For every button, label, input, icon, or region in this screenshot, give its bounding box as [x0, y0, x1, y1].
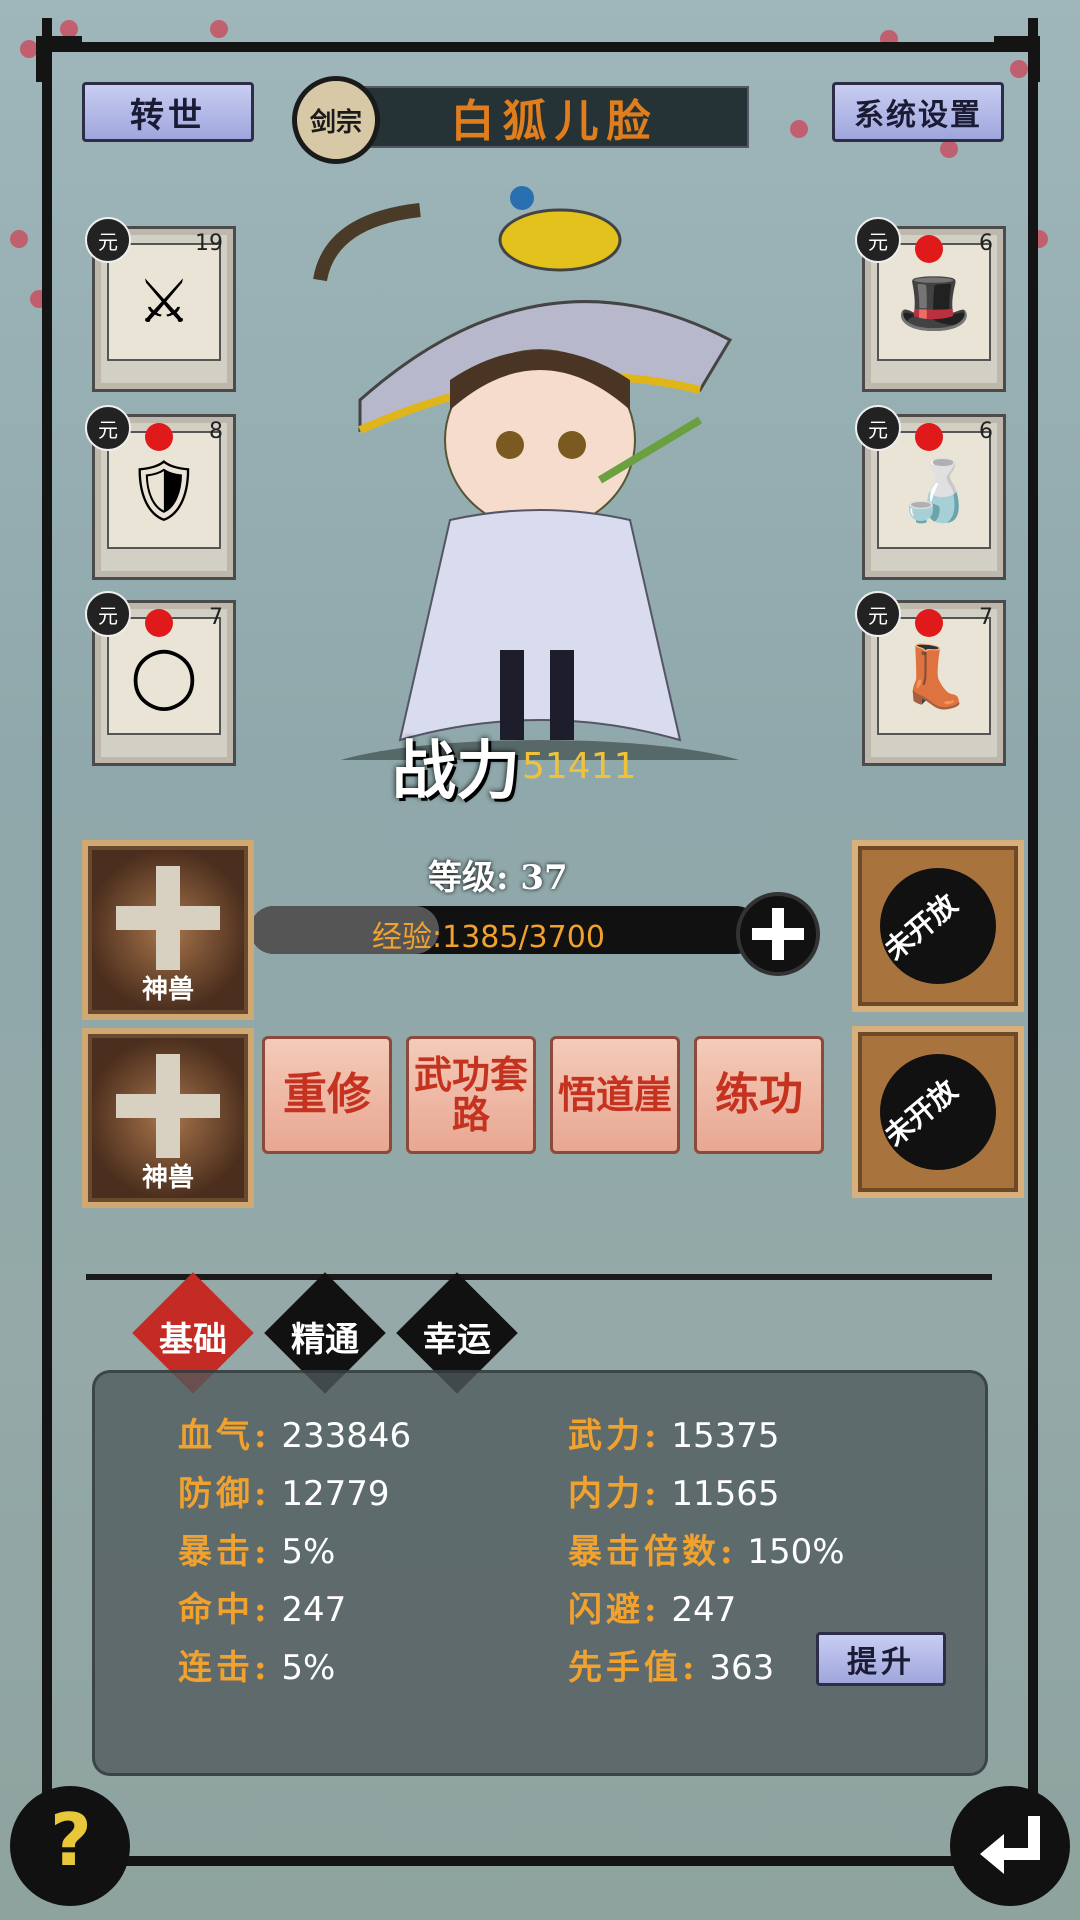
beast-label: 神兽: [141, 975, 194, 1005]
stat-attack: 武力: 15375: [568, 1416, 780, 1456]
alert-dot: [915, 609, 943, 637]
equip-slot-weapon[interactable]: ⚔ 元 19: [85, 217, 236, 392]
plus-icon: [116, 1054, 220, 1158]
alert-dot: [915, 235, 943, 263]
back-button[interactable]: [950, 1786, 1070, 1906]
equip-slot-gourd[interactable]: 🍶 元 6: [855, 405, 1006, 580]
tab-luck[interactable]: 幸运: [397, 1312, 517, 1361]
add-exp-button[interactable]: [736, 892, 820, 976]
divine-beast-slot-2[interactable]: 神兽: [82, 1028, 254, 1208]
divine-beast-slot-1[interactable]: 神兽: [82, 840, 254, 1020]
alert-dot: [145, 423, 173, 451]
system-settings-button[interactable]: 系统设置: [832, 82, 1004, 142]
stat-defense: 防御: 12779: [178, 1474, 390, 1514]
slot-count: 7: [209, 605, 223, 630]
help-button[interactable]: ?: [10, 1786, 130, 1906]
return-arrow-icon: [980, 1816, 1040, 1874]
section-divider: [86, 1274, 992, 1280]
stat-crit: 暴击: 5%: [178, 1532, 336, 1572]
stat-initiative: 先手值: 363: [568, 1648, 775, 1688]
alert-dot: [145, 609, 173, 637]
tab-mastery[interactable]: 精通: [265, 1312, 385, 1361]
practice-button[interactable]: 练功: [694, 1036, 824, 1154]
enlightenment-cliff-button[interactable]: 悟道崖: [550, 1036, 680, 1154]
rebirth-button[interactable]: 转世: [82, 82, 254, 142]
stat-combo: 连击: 5%: [178, 1648, 336, 1688]
retrain-button[interactable]: 重修: [262, 1036, 392, 1154]
sword-icon: ⚔: [107, 243, 221, 361]
slot-count: 8: [209, 419, 223, 444]
martial-arts-button[interactable]: 武功套路: [406, 1036, 536, 1154]
equip-slot-boots[interactable]: 👢 元 7: [855, 591, 1006, 766]
stat-dodge: 闪避: 247: [568, 1590, 737, 1630]
slot-count: 6: [979, 419, 993, 444]
yuan-badge: 元: [855, 217, 901, 263]
equip-slot-armor[interactable]: 🛡 元 8: [85, 405, 236, 580]
yuan-badge: 元: [855, 405, 901, 451]
alert-dot: [915, 423, 943, 451]
character-portrait[interactable]: [300, 180, 780, 820]
stat-hit: 命中: 247: [178, 1590, 347, 1630]
beast-label: 神兽: [141, 1163, 194, 1193]
sect-badge: 剑宗: [292, 76, 380, 164]
equip-slot-hat[interactable]: 🎩 元 6: [855, 217, 1006, 392]
plus-icon: [116, 866, 220, 970]
locked-slot-1[interactable]: 未开放: [852, 840, 1024, 1012]
slot-count: 7: [979, 605, 993, 630]
equip-slot-ring[interactable]: ◯ 元 7: [85, 591, 236, 766]
question-icon: ?: [50, 1798, 92, 1882]
upgrade-button[interactable]: 提升: [816, 1632, 946, 1686]
slot-count: 6: [979, 231, 993, 256]
yuan-badge: 元: [855, 591, 901, 637]
stat-hp: 血气: 233846: [178, 1416, 412, 1456]
slot-count: 19: [195, 231, 223, 256]
tab-basic[interactable]: 基础: [133, 1312, 253, 1361]
yuan-badge: 元: [85, 591, 131, 637]
locked-slot-2[interactable]: 未开放: [852, 1026, 1024, 1198]
yuan-badge: 元: [85, 217, 131, 263]
player-name: 白狐儿脸: [360, 86, 749, 148]
power-label: 战力: [392, 734, 520, 809]
stat-inner-power: 内力: 11565: [568, 1474, 780, 1514]
yuan-badge: 元: [85, 405, 131, 451]
exp-text: 经验:1385/3700: [372, 920, 605, 955]
level-text: 等级: 37: [428, 858, 568, 898]
stat-crit-multiplier: 暴击倍数: 150%: [568, 1532, 845, 1572]
power-value: 51411: [522, 746, 637, 787]
